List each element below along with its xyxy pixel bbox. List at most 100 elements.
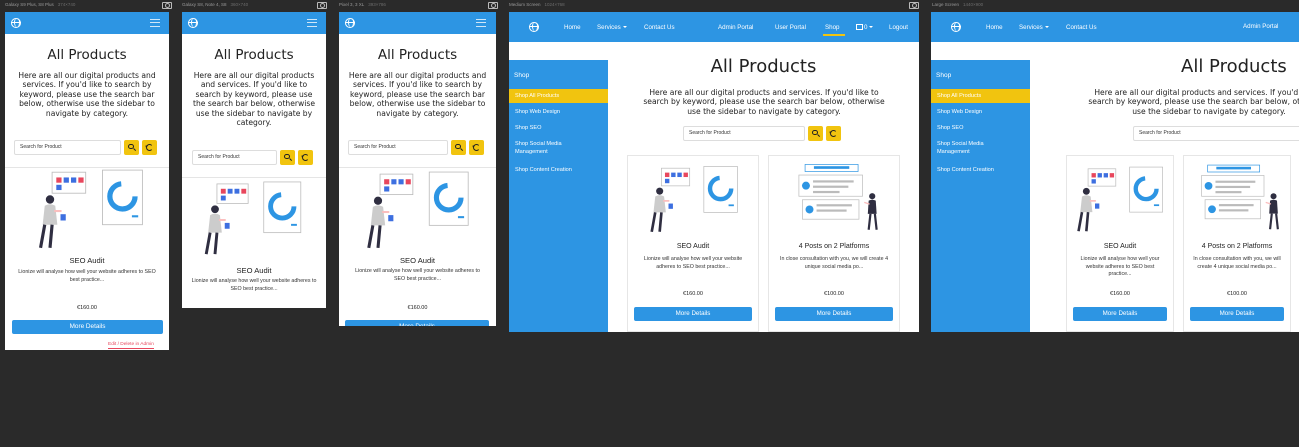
device-label-large: Large Screen 1440×900: [932, 2, 984, 7]
nav-services-label: Services: [1019, 24, 1043, 31]
sidebar: Shop Shop All Products Shop Web Design S…: [509, 60, 608, 332]
navbar: Home Services Contact Us Admin Portal: [931, 12, 1299, 42]
page-title: All Products: [47, 47, 127, 63]
product-card: 4 Posts on 2 Platforms In close consulta…: [1183, 155, 1291, 332]
product-description: Lionize will analyse how well your websi…: [355, 268, 480, 282]
navbar: Home Services Contact Us Admin Portal Us…: [509, 12, 919, 42]
product-price: €100.00: [824, 291, 844, 297]
search-bar: Search for Product: [1133, 126, 1299, 141]
hamburger-menu-icon[interactable]: [307, 19, 317, 27]
sidebar-item-all-products[interactable]: Shop All Products: [931, 89, 1030, 104]
search-input[interactable]: Search for Product: [348, 140, 448, 155]
edit-delete-admin-link[interactable]: Edit / Delete in Admin: [108, 342, 154, 349]
search-input[interactable]: Search for Product: [192, 150, 277, 165]
search-input[interactable]: Search for Product: [1133, 126, 1299, 141]
globe-logo-icon[interactable]: [529, 22, 539, 32]
nav-logout[interactable]: Logout: [889, 16, 908, 38]
nav-services[interactable]: Services: [597, 16, 627, 38]
more-details-button[interactable]: More Details: [1190, 307, 1284, 321]
product-card: SEO Audit Lionize will analyse how well …: [627, 155, 759, 332]
page-intro: Here are all our digital products and se…: [348, 71, 487, 118]
search-icon: [455, 143, 461, 149]
page-intro: Here are all our digital products and se…: [18, 71, 156, 118]
nav-contact[interactable]: Contact Us: [644, 16, 675, 38]
globe-logo-icon[interactable]: [188, 18, 198, 28]
camera-icon[interactable]: [909, 1, 919, 9]
reset-button[interactable]: [469, 140, 484, 155]
product-description: Lionize will analyse how well your websi…: [1080, 256, 1160, 278]
page-title: All Products: [377, 47, 458, 63]
search-button[interactable]: [451, 140, 466, 155]
sidebar-item-web-design[interactable]: Shop Web Design: [937, 108, 1027, 116]
search-bar: Search for Product: [192, 150, 313, 165]
camera-icon[interactable]: [162, 1, 172, 9]
seo-illustration: [27, 168, 157, 252]
page-title: All Products: [214, 47, 294, 63]
product-title: SEO Audit: [236, 266, 272, 275]
seo-illustration: [642, 160, 748, 240]
product-description: Lionize will analyse how well your websi…: [191, 278, 317, 292]
sidebar-heading: Shop: [514, 72, 530, 79]
social-illustration: [1186, 156, 1290, 240]
more-details-button[interactable]: More Details: [775, 307, 893, 321]
nav-admin-portal[interactable]: Admin Portal: [718, 16, 753, 38]
search-input[interactable]: Search for Product: [683, 126, 805, 141]
mobile-screen-galaxy-s9: All Products Here are all our digital pr…: [5, 12, 169, 350]
hamburger-menu-icon[interactable]: [150, 19, 160, 27]
chevron-down-icon: [622, 26, 627, 29]
navbar: [5, 12, 169, 34]
nav-admin-portal[interactable]: Admin Portal: [1243, 15, 1278, 37]
globe-logo-icon[interactable]: [345, 18, 355, 28]
device-label-pixel-3: Pixel 3, 3 XL 393×786: [339, 2, 386, 7]
nav-services[interactable]: Services: [1019, 16, 1049, 38]
sidebar-item-content-creation[interactable]: Shop Content Creation: [515, 166, 605, 174]
nav-home[interactable]: Home: [986, 16, 1003, 38]
search-button[interactable]: [808, 126, 823, 141]
sidebar-item-social-media[interactable]: Shop Social Media Management: [937, 140, 1017, 156]
product-price: €160.00: [407, 305, 428, 311]
mobile-screen-pixel-3: All Products Here are all our digital pr…: [339, 12, 496, 326]
globe-logo-icon[interactable]: [11, 18, 21, 28]
product-price: €100.00: [1227, 291, 1247, 297]
sidebar-item-seo[interactable]: Shop SEO: [515, 124, 605, 132]
nav-home[interactable]: Home: [564, 16, 581, 38]
search-input[interactable]: Search for Product: [14, 140, 121, 155]
camera-icon[interactable]: [488, 1, 498, 9]
hamburger-menu-icon[interactable]: [476, 19, 486, 27]
search-button[interactable]: [280, 150, 295, 165]
more-details-button[interactable]: More Details: [1073, 307, 1167, 321]
sidebar-heading: Shop: [936, 72, 952, 79]
product-price: €160.00: [1110, 291, 1130, 297]
more-details-button[interactable]: More Details: [345, 320, 489, 326]
nav-contact[interactable]: Contact Us: [1066, 16, 1097, 38]
desktop-screen-medium: Home Services Contact Us Admin Portal Us…: [509, 12, 919, 332]
page-intro: Here are all our digital products and se…: [643, 88, 885, 116]
nav-cart[interactable]: 0: [855, 16, 874, 38]
sidebar-item-social-media[interactable]: Shop Social Media Management: [515, 140, 595, 156]
reset-icon: [473, 144, 480, 151]
product-title: 4 Posts on 2 Platforms: [798, 243, 870, 250]
page-intro: Here are all our digital products and se…: [193, 71, 315, 128]
camera-icon[interactable]: [317, 1, 327, 9]
sidebar-item-all-products[interactable]: Shop All Products: [509, 89, 608, 104]
page-intro: Here are all our digital products and se…: [1088, 88, 1299, 116]
sidebar-item-seo[interactable]: Shop SEO: [937, 124, 1027, 132]
reset-button[interactable]: [298, 150, 313, 165]
product-description: In close consultation with you, we will …: [1193, 256, 1281, 270]
search-button[interactable]: [124, 140, 139, 155]
sidebar-item-web-design[interactable]: Shop Web Design: [515, 108, 605, 116]
reset-icon: [146, 144, 153, 151]
reset-button[interactable]: [826, 126, 841, 141]
sidebar-item-content-creation[interactable]: Shop Content Creation: [937, 166, 1027, 174]
globe-logo-icon[interactable]: [951, 22, 961, 32]
more-details-button[interactable]: More Details: [12, 320, 163, 334]
search-icon: [812, 129, 818, 135]
nav-user-portal[interactable]: User Portal: [775, 16, 806, 38]
reset-button[interactable]: [142, 140, 157, 155]
device-label-medium: Medium Screen 1024×768: [509, 2, 565, 7]
product-price: €160.00: [77, 305, 97, 311]
seo-illustration: [194, 180, 314, 258]
cart-count: 0: [864, 24, 868, 31]
more-details-button[interactable]: More Details: [634, 307, 752, 321]
sidebar: Shop Shop All Products Shop Web Design S…: [931, 60, 1030, 332]
